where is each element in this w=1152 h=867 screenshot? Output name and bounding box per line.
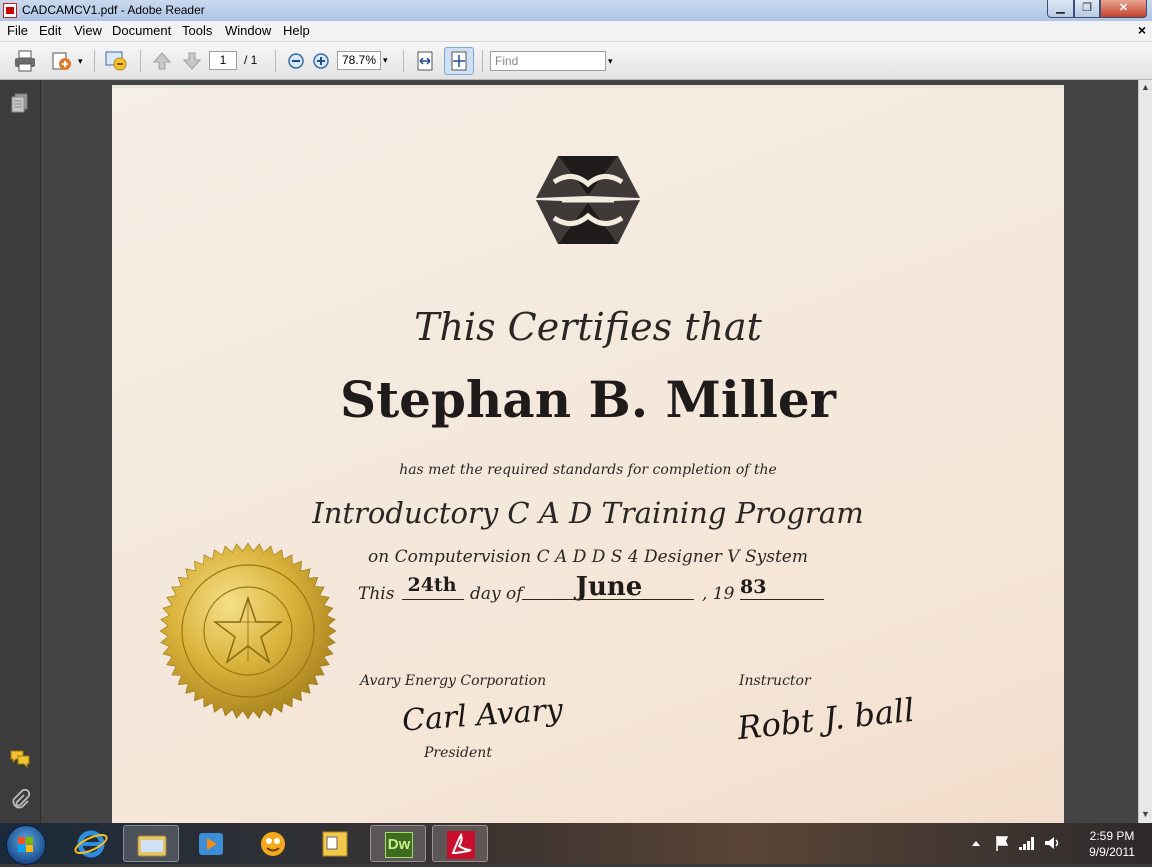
find-dropdown-icon[interactable]: ▾ [608, 56, 613, 67]
scroll-down-icon[interactable]: ▼ [1141, 809, 1150, 819]
document-view: This Certifies that Stephan B. Miller ha… [41, 80, 1138, 823]
outlook-icon [322, 831, 348, 857]
zoom-input[interactable]: 78.7% [337, 51, 381, 70]
menu-document[interactable]: Document [112, 23, 171, 38]
certificate-heading: This Certifies that [414, 305, 762, 349]
taskbar-file-explorer[interactable] [123, 825, 179, 862]
fit-page-icon[interactable] [447, 49, 471, 73]
toolbar-separator [482, 50, 483, 72]
menu-help[interactable]: Help [283, 23, 310, 38]
president-label: President [424, 745, 492, 761]
close-document-button[interactable]: × [1138, 22, 1146, 38]
scroll-up-icon[interactable]: ▲ [1141, 82, 1150, 92]
certificate-month: June [575, 572, 643, 602]
window-title: CADCAMCV1.pdf - Adobe Reader [22, 3, 205, 17]
taskbar-dreamweaver[interactable]: Dw [370, 825, 426, 862]
signature-instructor: Robt J. ball [735, 690, 917, 748]
month-underline [522, 599, 694, 600]
year-underline [740, 599, 824, 600]
attachments-icon[interactable] [9, 789, 31, 811]
fit-width-icon[interactable] [413, 49, 437, 73]
menu-view[interactable]: View [74, 23, 102, 38]
title-bar: CADCAMCV1.pdf - Adobe Reader ▁ ❐ ✕ [0, 0, 1152, 22]
taskbar: Dw 2:59 PM 9/9/2011 [0, 823, 1152, 865]
taskbar-outlook[interactable] [307, 825, 363, 862]
dreamweaver-icon: Dw [385, 832, 413, 858]
zoom-in-icon[interactable] [309, 49, 333, 73]
find-input[interactable]: Find [490, 51, 606, 71]
adobe-reader-app-icon [3, 3, 17, 18]
program-name: Introductory C A D Training Program [312, 496, 864, 530]
date-day-suffix: day of [470, 584, 523, 604]
network-icon[interactable] [1018, 835, 1036, 851]
certificate-year: 83 [740, 576, 767, 598]
certificate-day: 24th [407, 574, 457, 596]
taskbar-media-player[interactable] [183, 825, 239, 862]
completion-statement: has met the required standards for compl… [399, 462, 777, 478]
menu-bar: File Edit View Document Tools Window Hel… [0, 21, 1152, 42]
toolbar-separator [275, 50, 276, 72]
toolbar-separator [140, 50, 141, 72]
print-icon[interactable] [13, 49, 37, 73]
zoom-out-icon[interactable] [284, 49, 308, 73]
toolbar-separator [94, 50, 95, 72]
pages-icon[interactable] [9, 92, 31, 114]
action-center-flag-icon[interactable] [994, 834, 1010, 852]
minimize-button[interactable]: ▁ [1047, 0, 1074, 18]
maximize-button[interactable]: ❐ [1074, 0, 1100, 18]
internet-explorer-icon [74, 830, 108, 858]
toolbar-separator [403, 50, 404, 72]
page-number-input[interactable]: 1 [209, 51, 237, 70]
windows-logo-icon [18, 837, 33, 852]
menu-window[interactable]: Window [225, 23, 271, 38]
vertical-scrollbar[interactable]: ▲ ▼ [1138, 80, 1152, 823]
menu-edit[interactable]: Edit [39, 23, 61, 38]
menu-file[interactable]: File [7, 23, 28, 38]
navigation-panel [0, 80, 41, 823]
menu-tools[interactable]: Tools [182, 23, 212, 38]
recipient-name: Stephan B. Miller [339, 370, 837, 429]
page-total: / 1 [244, 53, 258, 67]
collaborate-icon[interactable] [104, 49, 128, 73]
organization-name: Avary Energy Corporation [360, 673, 547, 689]
system-clock[interactable]: 2:59 PM 9/9/2011 [1072, 828, 1152, 860]
adobe-reader-icon [447, 831, 475, 859]
clock-time: 2:59 PM [1089, 829, 1135, 843]
signature-carl-avary: Carl Avary [400, 692, 564, 739]
date-prefix: This [358, 584, 395, 604]
date-year-prefix: , 19 [702, 584, 735, 604]
instructor-label: Instructor [739, 673, 811, 689]
taskbar-internet-explorer[interactable] [63, 825, 119, 862]
start-button[interactable] [6, 825, 46, 865]
taskbar-messenger[interactable] [245, 825, 301, 862]
media-player-icon [199, 833, 223, 855]
taskbar-adobe-reader[interactable] [432, 825, 488, 862]
gold-seal [159, 542, 337, 720]
day-underline [402, 599, 464, 600]
company-logo [536, 156, 640, 244]
zoom-dropdown-icon[interactable]: ▾ [383, 55, 388, 66]
file-explorer-icon [137, 835, 167, 857]
previous-page-icon[interactable] [150, 49, 174, 73]
volume-icon[interactable] [1043, 834, 1061, 852]
export-icon[interactable] [50, 49, 74, 73]
comments-icon[interactable] [9, 747, 31, 769]
export-dropdown-icon[interactable]: ▾ [78, 56, 83, 67]
next-page-icon[interactable] [180, 49, 204, 73]
clock-date: 9/9/2011 [1089, 845, 1135, 859]
close-button[interactable]: ✕ [1100, 0, 1147, 18]
show-hidden-icons-icon[interactable] [970, 836, 982, 850]
messenger-icon [261, 832, 285, 856]
toolbar: ▾ 1 / 1 78.7% ▾ Find ▾ [0, 42, 1152, 80]
certificate-page: This Certifies that Stephan B. Miller ha… [112, 85, 1064, 823]
